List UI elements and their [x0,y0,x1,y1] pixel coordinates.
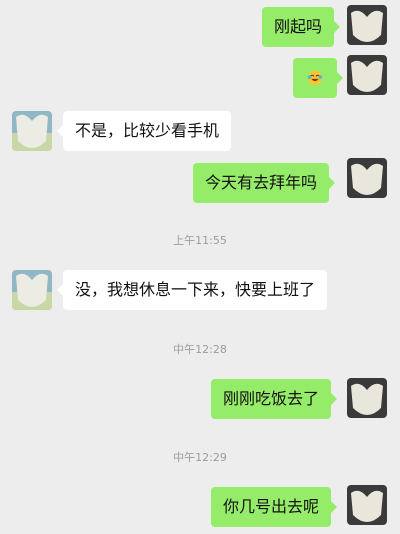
message-bubble-outgoing[interactable]: 刚刚吃饭去了 [211,379,338,419]
message-text: 刚刚吃饭去了 [223,389,320,408]
message-bubble-outgoing[interactable]: 刚起吗 [262,7,341,47]
message-bubble-outgoing[interactable]: 你几号出去呢 [211,487,338,527]
message-text: 没，我想休息一下来，快要上班了 [75,280,316,299]
message-text: 今天有去拜年吗 [205,173,318,192]
message-bubble-outgoing[interactable]: 今天有去拜年吗 [193,163,336,203]
message-bubble-outgoing[interactable] [293,58,343,98]
message-text: 不是，比较少看手机 [75,121,220,140]
timestamp: 中午12:28 [173,343,227,356]
laughing-tears-emoji-icon [307,70,323,85]
contact-avatar[interactable] [12,270,52,310]
message-text: 刚起吗 [274,17,323,36]
chat-window: 刚起吗 不是，比较少看手机 今天有去拜年吗 上午11:55 没，我想休息一下来，… [0,0,400,534]
timestamp: 上午11:55 [173,234,227,247]
timestamp: 中午12:29 [173,451,227,464]
contact-avatar[interactable] [12,111,52,151]
my-avatar[interactable] [347,55,387,95]
my-avatar[interactable] [347,158,387,198]
my-avatar[interactable] [347,378,387,418]
my-avatar[interactable] [347,5,387,45]
message-bubble-incoming[interactable]: 不是，比较少看手机 [56,111,232,151]
message-text: 你几号出去呢 [223,497,320,516]
my-avatar[interactable] [347,485,387,525]
message-bubble-incoming[interactable]: 没，我想休息一下来，快要上班了 [56,270,328,310]
